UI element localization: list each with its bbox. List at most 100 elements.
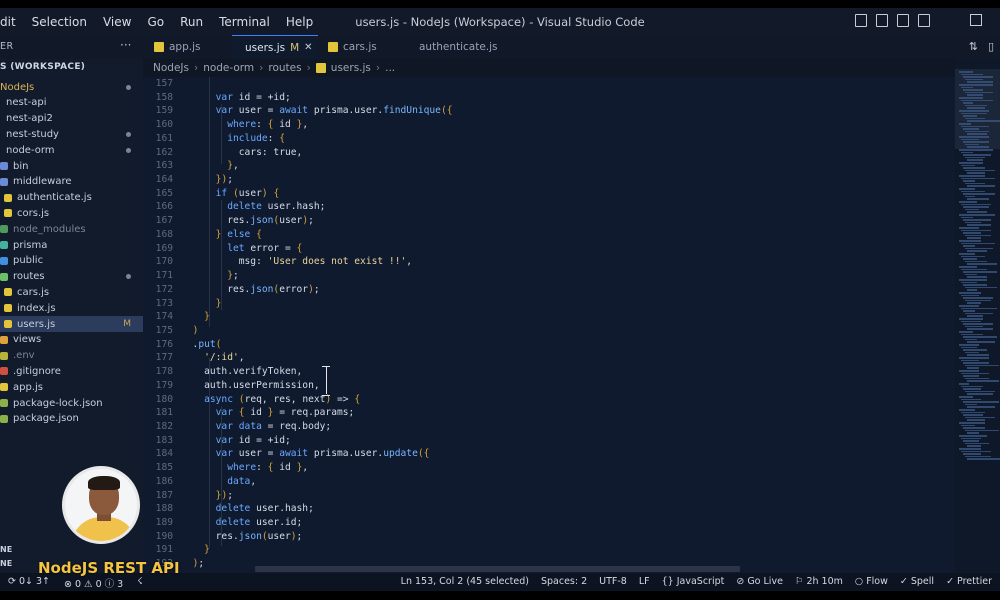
tab-app-js[interactable]: app.js <box>146 35 232 59</box>
tree-item[interactable]: public <box>0 253 143 269</box>
tree-item[interactable]: nest-study <box>0 126 143 142</box>
line-number: 169 <box>155 242 173 254</box>
minimap-line <box>961 151 973 154</box>
menu-help[interactable]: Help <box>278 15 321 29</box>
minimap[interactable] <box>955 59 1000 573</box>
minimap-line <box>959 318 983 320</box>
tab-authenticate-js[interactable]: authenticate.js <box>406 35 504 59</box>
line-number: 182 <box>155 421 173 432</box>
tab-users-js[interactable]: users.js M ✕ <box>232 35 318 59</box>
customize-layout-icon[interactable] <box>918 14 930 27</box>
go-live-button[interactable]: ⊘ Go Live <box>736 576 783 587</box>
restore-window-icon[interactable] <box>970 14 982 26</box>
minimap-line <box>961 203 991 206</box>
tree-item[interactable]: users.js M <box>0 316 143 332</box>
horizontal-scrollbar[interactable] <box>255 566 740 572</box>
cursor-position[interactable]: Ln 153, Col 2 (45 selected) <box>401 576 529 587</box>
minimap-line <box>963 284 987 286</box>
breadcrumb-item[interactable]: ... <box>385 62 395 74</box>
menu-selection[interactable]: Selection <box>24 15 95 29</box>
tree-item[interactable]: package-lock.json <box>0 395 143 411</box>
breadcrumb-item[interactable]: node-orm <box>203 62 254 74</box>
breadcrumb-item[interactable]: routes <box>268 62 301 74</box>
minimap-line <box>961 99 993 102</box>
tree-item[interactable]: routes <box>0 269 143 285</box>
minimap-line <box>963 375 979 377</box>
code-line: 167 res.json(user); <box>143 214 955 228</box>
explorer-more-icon[interactable]: ··· <box>120 38 131 52</box>
prettier-button[interactable]: ✓ Prettier <box>946 576 992 587</box>
tree-item[interactable]: nest-api2 <box>0 111 143 127</box>
tree-item[interactable]: middleware <box>0 174 143 190</box>
tree-item[interactable]: node-orm <box>0 142 143 158</box>
tree-item[interactable]: .env <box>0 348 143 364</box>
toggle-secondary-sidebar-icon[interactable] <box>897 14 909 27</box>
layout-controls <box>855 14 930 27</box>
code-line: 162 cars: true, <box>143 146 955 160</box>
code-text: cars: true, <box>181 146 303 158</box>
tree-item[interactable]: nest-api <box>0 95 143 111</box>
tree-item[interactable]: cors.js <box>0 205 143 221</box>
timeline-section-header[interactable]: NE <box>0 559 12 568</box>
tree-item[interactable]: index.js <box>0 300 143 316</box>
tree-item[interactable]: authenticate.js <box>0 190 143 206</box>
minimap-line <box>967 393 993 395</box>
minimap-line <box>961 125 989 128</box>
menu-edit[interactable]: dit <box>0 15 24 29</box>
code-text: where: { id }, <box>227 119 309 131</box>
split-editor-icon[interactable]: ▯ <box>988 40 994 53</box>
minimap-line <box>963 310 975 312</box>
tree-item[interactable]: .gitignore <box>0 363 143 379</box>
tree-item[interactable]: prisma <box>0 237 143 253</box>
language-mode[interactable]: {} JavaScript <box>662 576 725 587</box>
code-editor[interactable]: 157 158 var id = +id; 159 var user = await… <box>143 77 955 573</box>
close-tab-icon[interactable]: ✕ <box>304 42 312 53</box>
workspace-header[interactable]: S (WORKSPACE) <box>0 62 85 72</box>
line-number: 172 <box>155 283 173 295</box>
minimap-line <box>961 320 981 323</box>
outline-section-header[interactable]: NE <box>0 545 12 554</box>
menu-view[interactable]: View <box>95 15 139 29</box>
minimap-line <box>961 398 981 401</box>
menu-go[interactable]: Go <box>139 15 172 29</box>
minimap-line <box>967 406 995 408</box>
minimap-line <box>965 117 985 120</box>
menu-run[interactable]: Run <box>172 15 211 29</box>
minimap-line <box>967 263 997 265</box>
tree-item-label: nest-api <box>6 97 47 109</box>
spell-check-button[interactable]: ✓ Spell <box>900 576 934 587</box>
menu-terminal[interactable]: Terminal <box>211 15 278 29</box>
tree-item[interactable]: NodeJs <box>0 79 143 95</box>
tree-item[interactable]: cars.js <box>0 284 143 300</box>
problems-status[interactable]: ⊗ 0 ⚠ 0 ⓘ 3 <box>64 576 123 590</box>
minimap-line <box>963 414 983 416</box>
code-line: 168 } else { <box>143 228 955 242</box>
tree-item[interactable]: app.js <box>0 379 143 395</box>
tree-item[interactable]: bin <box>0 158 143 174</box>
tree-item[interactable]: node_modules <box>0 221 143 237</box>
tree-item[interactable]: package.json <box>0 411 143 427</box>
ports-icon[interactable]: ☇ <box>137 576 142 590</box>
toggle-panel-icon[interactable] <box>876 14 888 27</box>
breadcrumb-item[interactable]: NodeJs <box>153 62 189 74</box>
line-number: 159 <box>155 105 173 117</box>
compare-changes-icon[interactable]: ⇅ <box>969 40 978 53</box>
indentation[interactable]: Spaces: 2 <box>541 576 587 587</box>
line-ending[interactable]: LF <box>639 576 650 587</box>
toggle-sidebar-icon[interactable] <box>855 14 867 27</box>
tree-item[interactable]: views <box>0 332 143 348</box>
file-type-icon <box>0 256 8 265</box>
minimap-line <box>967 250 987 252</box>
flow-button[interactable]: ○ Flow <box>855 576 888 587</box>
encoding[interactable]: UTF-8 <box>599 576 627 587</box>
breadcrumb-item[interactable]: users.js <box>331 62 371 74</box>
code-line: 169 let error = { <box>143 242 955 256</box>
line-number: 167 <box>155 215 173 227</box>
tree-item-label: routes <box>13 271 45 283</box>
tab-cars-js[interactable]: cars.js <box>320 35 406 59</box>
sync-status[interactable]: ⟳ 0↓ 3↑ <box>8 576 50 590</box>
time-tracker[interactable]: ⚐ 2h 10m <box>795 576 843 587</box>
minimap-line <box>961 190 985 193</box>
top-black-bar <box>0 0 1000 8</box>
minimap-line <box>959 188 975 190</box>
